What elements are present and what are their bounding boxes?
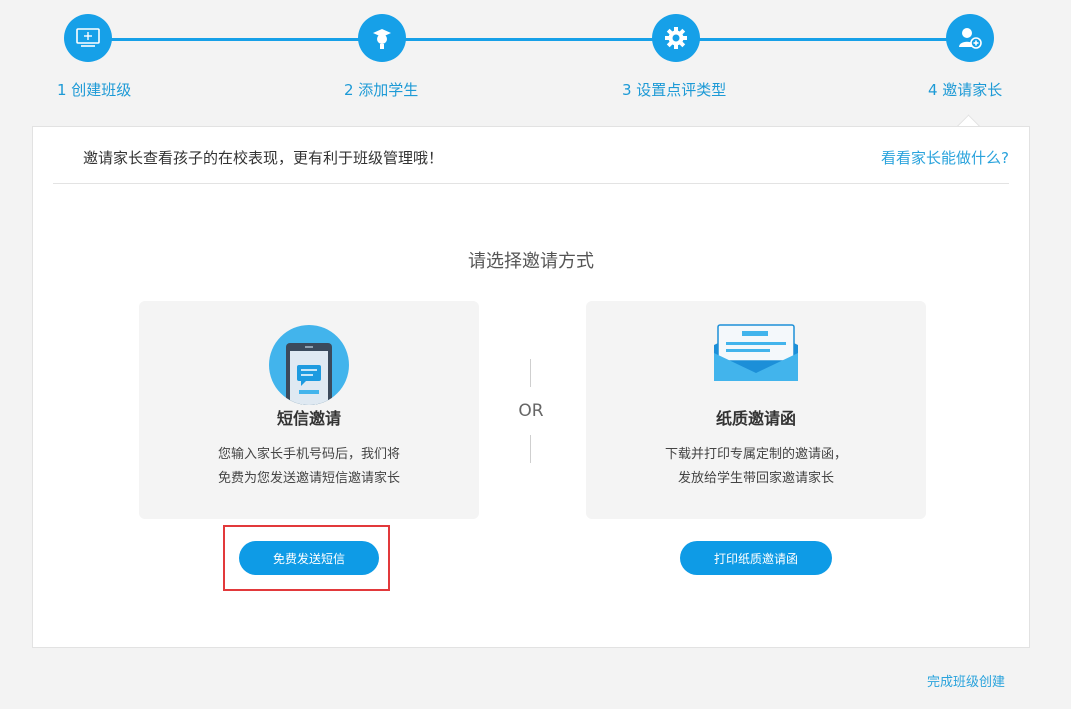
paper-card-description: 下载并打印专属定制的邀请函， 发放给学生带回家邀请家长 xyxy=(586,443,926,491)
step-2-label[interactable]: 2 添加学生 xyxy=(344,79,418,100)
step-2-circle[interactable] xyxy=(358,14,406,62)
paper-desc-line-2: 发放给学生带回家邀请家长 xyxy=(677,471,834,486)
finish-class-creation-link[interactable]: 完成班级创建 xyxy=(927,671,1005,690)
step-4-circle[interactable] xyxy=(946,14,994,62)
invite-panel: 邀请家长查看孩子的在校表现，更有利于班级管理哦！ 看看家长能做什么? 请选择邀请… xyxy=(32,126,1030,648)
step-1-label[interactable]: 1 创建班级 xyxy=(57,79,131,100)
intro-text: 邀请家长查看孩子的在校表现，更有利于班级管理哦！ xyxy=(83,149,444,167)
send-sms-button[interactable]: 免费发送短信 xyxy=(239,541,379,575)
step-4-label[interactable]: 4 邀请家长 xyxy=(928,79,1002,100)
sms-desc-line-2: 免费为您发送邀请短信邀请家长 xyxy=(217,471,400,486)
sms-desc-line-1: 您输入家长手机号码后，我们将 xyxy=(217,447,400,462)
phone-message-icon xyxy=(269,325,349,405)
envelope-letter-icon xyxy=(714,324,798,381)
print-invitation-button[interactable]: 打印纸质邀请函 xyxy=(680,541,832,575)
add-parent-icon xyxy=(959,28,982,49)
gear-icon xyxy=(665,27,687,49)
step-1-circle[interactable] xyxy=(64,14,112,62)
choose-method-title: 请选择邀请方式 xyxy=(468,251,594,272)
student-icon xyxy=(373,29,391,49)
what-can-parents-do-link[interactable]: 看看家长能做什么? xyxy=(881,147,1009,168)
monitor-plus-icon xyxy=(76,28,100,47)
paper-invite-card: 纸质邀请函 下载并打印专属定制的邀请函， 发放给学生带回家邀请家长 xyxy=(586,301,926,519)
or-divider-bottom xyxy=(530,435,531,463)
step-3-label[interactable]: 3 设置点评类型 xyxy=(622,79,726,100)
progress-stepper: 1 创建班级 2 添加学生 3 设置点评类型 4 邀请家长 xyxy=(0,0,1071,110)
or-label: OR xyxy=(518,401,544,421)
paper-card-title: 纸质邀请函 xyxy=(715,409,796,428)
sms-card-title: 短信邀请 xyxy=(276,409,341,428)
paper-desc-line-1: 下载并打印专属定制的邀请函， xyxy=(664,447,847,462)
sms-card-description: 您输入家长手机号码后，我们将 免费为您发送邀请短信邀请家长 xyxy=(139,443,479,491)
step-3-circle[interactable] xyxy=(652,14,700,62)
or-divider-top xyxy=(530,359,531,387)
stepper-line xyxy=(88,38,970,41)
header-divider xyxy=(53,183,1009,184)
sms-invite-card: 短信邀请 您输入家长手机号码后，我们将 免费为您发送邀请短信邀请家长 xyxy=(139,301,479,519)
